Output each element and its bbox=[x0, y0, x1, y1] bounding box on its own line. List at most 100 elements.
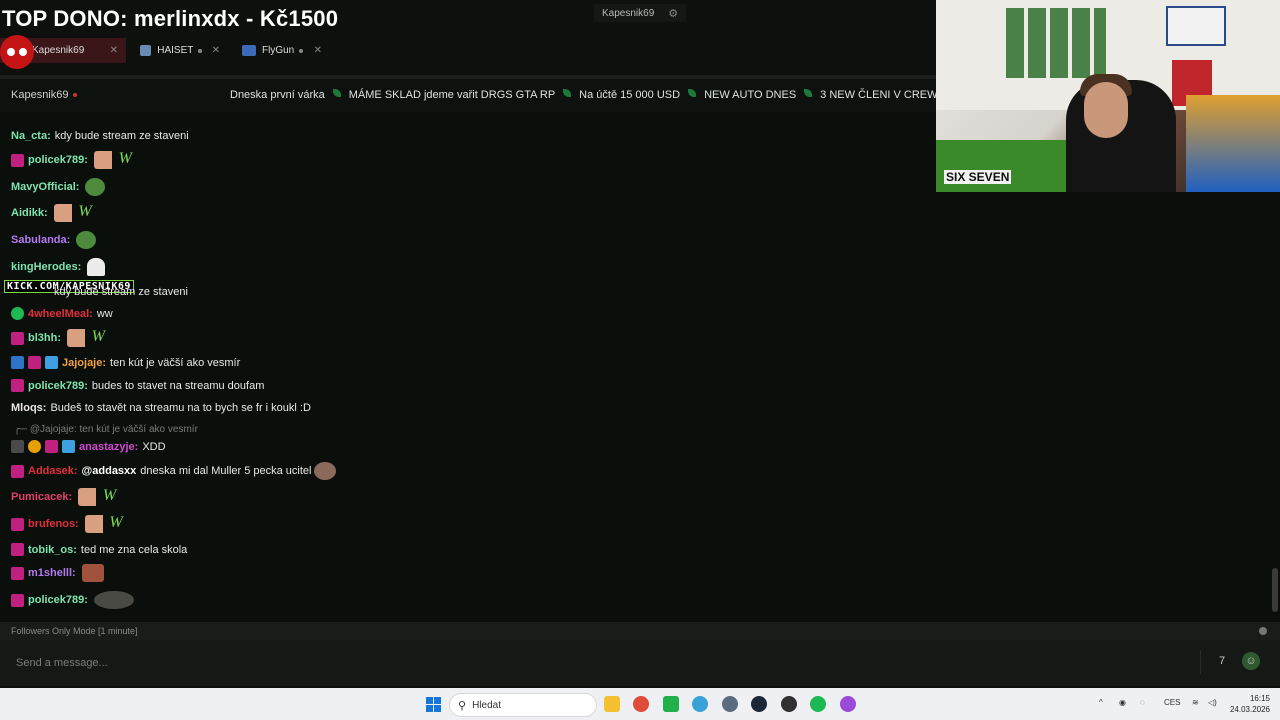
username[interactable]: brufenos: bbox=[28, 518, 79, 530]
chat-channel-name[interactable]: Kapesnik69 bbox=[11, 89, 77, 101]
leaf-icon bbox=[804, 89, 813, 97]
leaf-icon bbox=[332, 89, 341, 97]
username[interactable]: Na_cta: bbox=[11, 130, 51, 142]
search-placeholder: Hledat bbox=[472, 699, 501, 711]
username[interactable]: Jajojaje: bbox=[62, 357, 106, 369]
message-text: dneska mi dal Muller 5 pecka ucitel bbox=[140, 465, 312, 477]
username[interactable]: Addasek: bbox=[28, 465, 78, 477]
tab-flygun[interactable]: FlyGun ✕ bbox=[234, 38, 330, 63]
emote-ghost bbox=[87, 258, 106, 276]
username[interactable]: Mloqs: bbox=[11, 402, 46, 414]
emote-face bbox=[313, 462, 336, 480]
chat-message: Jajojaje: ten kút je väčší ako vesmír bbox=[11, 356, 240, 369]
os-taskbar: ⚲ Hledat ^ ◉ ◌ CES ≋ ◁) 16:15 24.03.2026 bbox=[0, 688, 1280, 720]
username[interactable]: tobik_os: bbox=[28, 544, 77, 556]
chat-message: policek789: budes to stavet na streamu d… bbox=[11, 379, 264, 392]
close-icon[interactable]: ✕ bbox=[304, 45, 322, 56]
channel-chip[interactable]: Kapesnik69 ⚙ bbox=[594, 4, 687, 22]
chat-message: Aidikk: bbox=[11, 203, 94, 222]
tab-label: FlyGun bbox=[262, 45, 295, 56]
search-icon: ⚲ bbox=[458, 699, 467, 712]
steam-icon[interactable] bbox=[751, 696, 767, 712]
close-icon[interactable]: ✕ bbox=[100, 45, 118, 56]
username[interactable]: MavyOfficial: bbox=[11, 181, 79, 193]
chat-message: brufenos: bbox=[11, 514, 125, 533]
channel-icon bbox=[140, 45, 152, 56]
tab-label: HAISET bbox=[157, 45, 194, 56]
chat-message: Mloqs: Budeš to stavět na streamu na to … bbox=[11, 402, 311, 414]
chat-message: anastazyje: XDD bbox=[11, 440, 166, 453]
tray-app-icon[interactable]: ◉ bbox=[1119, 698, 1126, 707]
chevron-up-icon[interactable]: ^ bbox=[1099, 698, 1103, 707]
username[interactable]: policek789: bbox=[28, 154, 88, 166]
tray-app-icon[interactable]: ◌ bbox=[1140, 698, 1145, 707]
leaf-icon bbox=[563, 89, 572, 97]
tab-haiset[interactable]: HAISET ✕ bbox=[132, 38, 228, 63]
tab-label: Kapesnik69 bbox=[32, 45, 85, 56]
chat-message: Sabulanda: bbox=[11, 231, 97, 249]
chat-input[interactable] bbox=[6, 644, 1210, 682]
emote-picture bbox=[81, 564, 104, 582]
username[interactable]: bl3hh: bbox=[28, 332, 61, 344]
subscriber-badge-icon bbox=[11, 566, 24, 580]
chat-message: policek789: bbox=[11, 591, 134, 609]
seven-tv-emote-icon[interactable]: 7 bbox=[1213, 652, 1231, 670]
app-purple-icon[interactable] bbox=[840, 696, 856, 712]
username[interactable]: policek789: bbox=[28, 594, 88, 606]
username[interactable]: m1shelll: bbox=[28, 567, 76, 579]
chat-log[interactable]: Na_cta: kdy bude stream ze staveni polic… bbox=[0, 112, 1270, 620]
divider bbox=[1200, 650, 1201, 674]
subscriber-badge-icon bbox=[11, 331, 24, 345]
username[interactable]: Aidikk: bbox=[11, 207, 48, 219]
app-globe-icon[interactable] bbox=[692, 696, 708, 712]
language-indicator[interactable]: CES bbox=[1164, 698, 1180, 707]
emote-w bbox=[93, 150, 134, 169]
channel-avatar bbox=[0, 35, 34, 69]
clock[interactable]: 16:15 24.03.2026 bbox=[1228, 693, 1270, 715]
emote-w bbox=[67, 328, 107, 347]
username[interactable]: anastazyje: bbox=[79, 441, 138, 453]
chrome-icon[interactable] bbox=[633, 696, 649, 712]
chat-message: MavyOfficial: bbox=[11, 178, 106, 196]
username[interactable]: Pumicacek: bbox=[11, 491, 72, 503]
moderator-badge-icon bbox=[11, 356, 24, 369]
message-text: kdy bude stream ze staveni bbox=[54, 130, 189, 142]
chat-scrollbar[interactable] bbox=[1272, 568, 1278, 612]
message-text: ww bbox=[96, 307, 113, 320]
username[interactable]: Sabulanda: bbox=[11, 234, 70, 246]
emote-w bbox=[78, 487, 119, 506]
username[interactable]: kingHerodes: bbox=[11, 261, 81, 273]
chat-message: policek789: bbox=[11, 150, 134, 169]
wifi-icon[interactable]: ≋ bbox=[1192, 698, 1199, 707]
emote-w bbox=[84, 514, 125, 533]
clock-time: 16:15 bbox=[1249, 694, 1270, 703]
message-text: kdy bude stream ze staveni bbox=[54, 286, 188, 298]
reply-arrow-icon: ╭─ bbox=[14, 424, 30, 435]
subscriber-badge-icon bbox=[11, 464, 24, 478]
subscriber-badge-icon bbox=[11, 593, 24, 607]
gear-icon[interactable]: ⚙ bbox=[668, 7, 678, 20]
close-icon[interactable]: ✕ bbox=[202, 45, 220, 56]
tab-bar: Kapesnik69 ✕ HAISET ✕ FlyGun ✕ bbox=[0, 38, 336, 63]
file-explorer-icon[interactable] bbox=[604, 696, 620, 712]
info-icon[interactable] bbox=[1259, 627, 1267, 635]
windows-start-icon[interactable] bbox=[426, 697, 441, 712]
chat-message: kingHerodes: bbox=[11, 258, 106, 276]
settings-icon[interactable] bbox=[722, 696, 738, 712]
clock-date: 24.03.2026 bbox=[1229, 705, 1270, 714]
reply-handle: @Jajojaje: bbox=[29, 424, 77, 435]
ticker-item: NEW AUTO DNES bbox=[704, 89, 797, 101]
username[interactable]: 4wheelMeal: bbox=[28, 308, 93, 320]
app-green-icon[interactable] bbox=[663, 696, 679, 712]
mention[interactable]: @addasxx bbox=[82, 465, 137, 477]
app-dark-icon[interactable] bbox=[781, 696, 797, 712]
username[interactable]: policek789: bbox=[28, 380, 88, 392]
emoji-picker-icon[interactable]: ☺ bbox=[1242, 652, 1260, 670]
ticker-item: 3 NEW ČLENI V CREW bbox=[820, 89, 938, 101]
emote-frog bbox=[76, 231, 97, 249]
taskbar-search[interactable]: ⚲ Hledat bbox=[449, 693, 597, 717]
leaf-icon bbox=[688, 89, 697, 97]
reply-preview[interactable]: ╭─ @Jajojaje: ten kút je väčší ako vesmí… bbox=[14, 424, 198, 435]
volume-icon[interactable]: ◁) bbox=[1208, 698, 1217, 707]
spotify-icon[interactable] bbox=[810, 696, 826, 712]
